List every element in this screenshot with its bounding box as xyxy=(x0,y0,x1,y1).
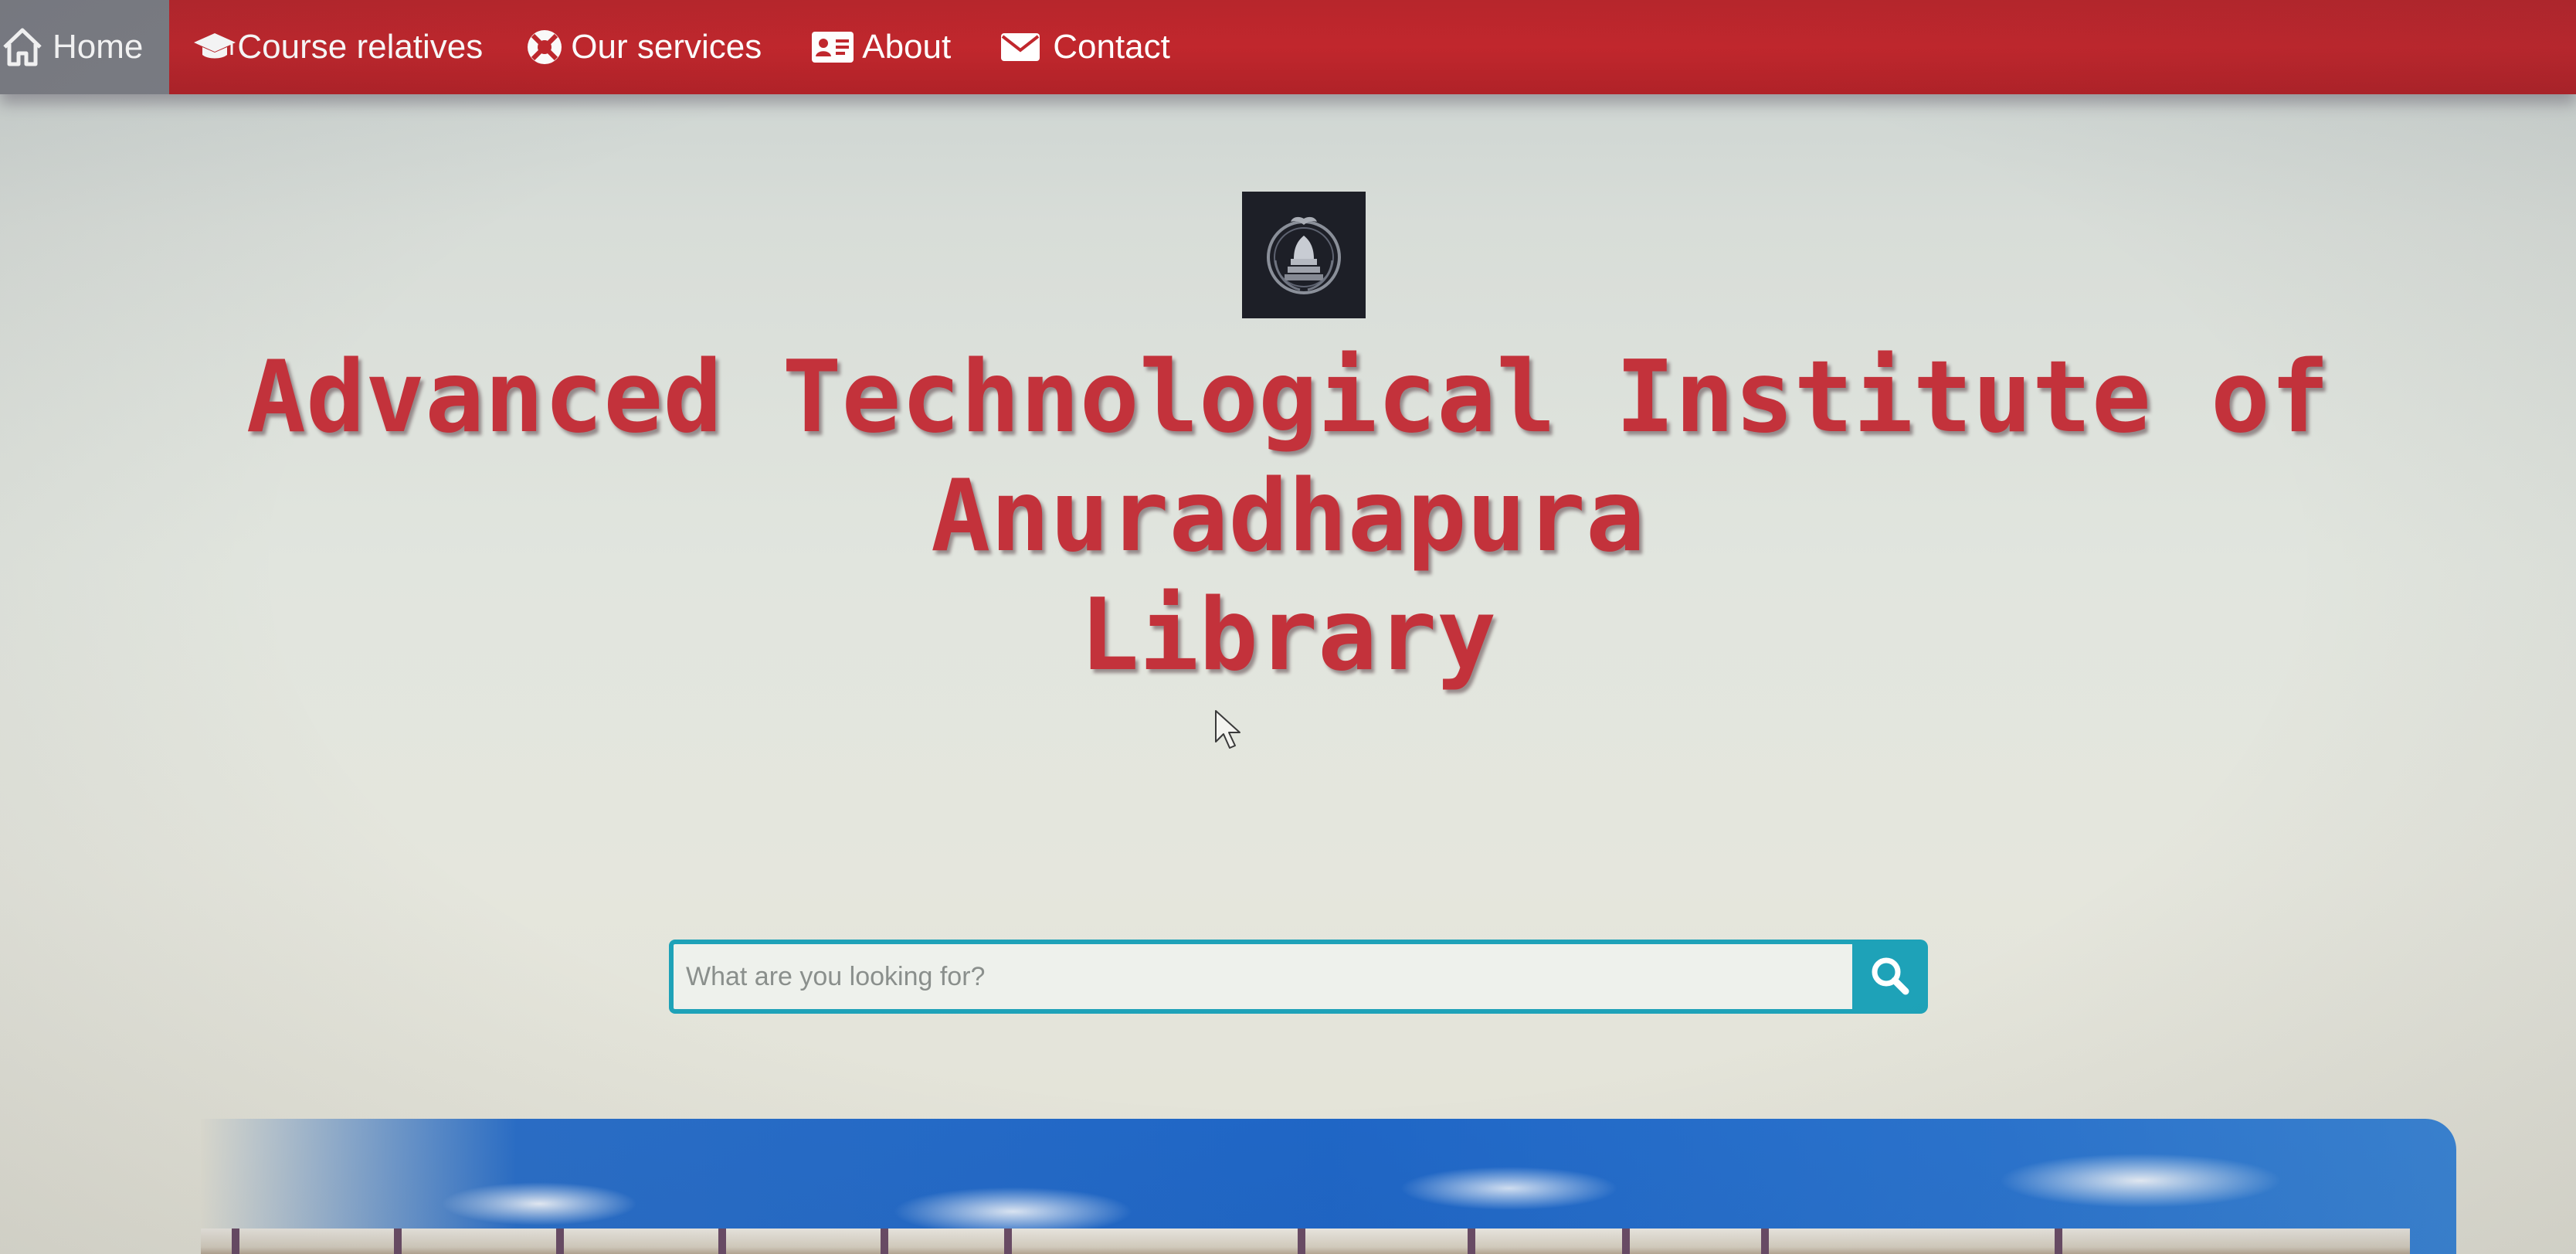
nav-item-about[interactable]: About xyxy=(788,0,977,94)
institute-logo xyxy=(1242,192,1366,318)
search-input[interactable] xyxy=(669,940,1852,1014)
search-icon xyxy=(1868,954,1912,1000)
nav-item-home[interactable]: Home xyxy=(0,0,170,94)
title-line-1: Advanced Technological Institute of xyxy=(246,340,2330,455)
shelf-post xyxy=(1298,1229,1305,1254)
life-ring-icon xyxy=(526,29,563,66)
title-line-3: Library xyxy=(1079,578,1497,693)
nav-item-label: Course relatives xyxy=(237,28,484,66)
nav-item-label: Home xyxy=(53,28,144,66)
title-line-2: Anuradhapura xyxy=(931,459,1645,574)
shelf-post xyxy=(2055,1229,2062,1254)
search-button[interactable] xyxy=(1852,940,1928,1014)
home-icon xyxy=(0,25,45,69)
shelf-post xyxy=(394,1229,402,1254)
id-card-icon xyxy=(811,30,854,64)
bookshelf-image xyxy=(201,1229,2410,1254)
shelf-post xyxy=(556,1229,564,1254)
shelf-post xyxy=(1004,1229,1012,1254)
graduation-cap-icon xyxy=(192,29,237,66)
nav-item-label: Our services xyxy=(571,28,762,66)
shelf-post xyxy=(881,1229,888,1254)
nav-item-label: Contact xyxy=(1053,28,1170,66)
search-bar xyxy=(669,940,1928,1014)
page: Home Course relatives Our services About… xyxy=(0,0,2576,1254)
nav-item-our-services[interactable]: Our services xyxy=(509,0,788,94)
shelf-post xyxy=(1622,1229,1630,1254)
envelope-icon xyxy=(1000,32,1040,63)
shelf-post xyxy=(718,1229,726,1254)
nav-item-course-relatives[interactable]: Course relatives xyxy=(169,0,509,94)
top-navbar: Home Course relatives Our services About… xyxy=(0,0,2576,94)
nav-item-label: About xyxy=(862,28,952,66)
mouse-cursor-icon xyxy=(1214,709,1245,756)
page-title: Advanced Technological Institute of Anur… xyxy=(0,338,2576,695)
shelf-post xyxy=(1761,1229,1769,1254)
shelf-post xyxy=(1468,1229,1475,1254)
nav-item-contact[interactable]: Contact xyxy=(977,0,1196,94)
shelf-post xyxy=(232,1229,239,1254)
